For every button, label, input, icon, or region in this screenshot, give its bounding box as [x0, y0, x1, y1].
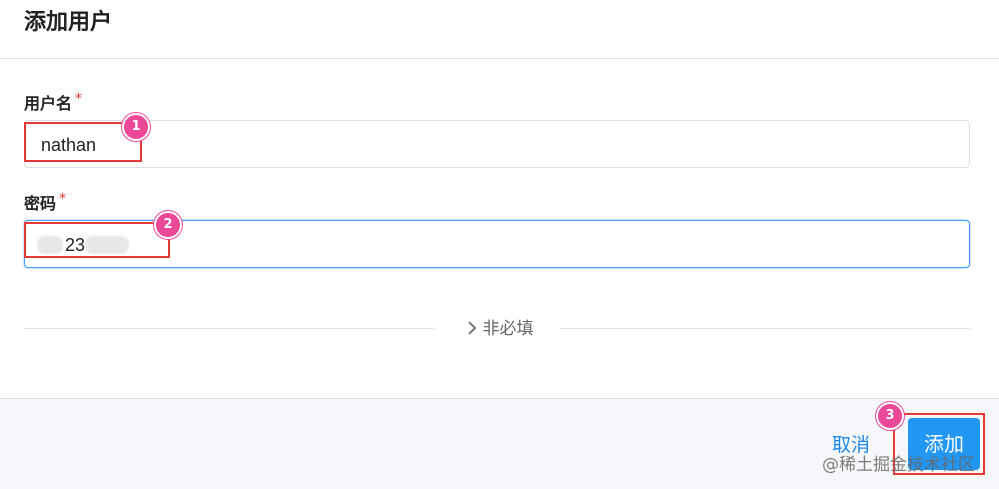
annotation-badge-3: 3: [876, 402, 904, 430]
optional-fields-label: 非必填: [482, 319, 534, 339]
username-value: nathan: [41, 135, 97, 155]
username-label-text: 用户名: [24, 94, 73, 113]
password-label-text: 密码: [24, 194, 57, 213]
watermark: @稀土掘金技术社区: [822, 455, 975, 475]
blur-right: [85, 236, 129, 254]
username-input[interactable]: nathan: [24, 120, 970, 168]
annotation-badge-2: 2: [154, 211, 182, 239]
password-label: 密码 *: [24, 190, 66, 214]
dialog-title: 添加用户: [24, 10, 113, 35]
required-mark: *: [75, 91, 83, 107]
username-label: 用户名 *: [24, 90, 82, 114]
optional-fields-toggle[interactable]: 非必填: [450, 315, 550, 343]
chevron-right-icon: [467, 321, 476, 335]
blur-left: [37, 236, 63, 254]
divider-left: [24, 328, 434, 329]
divider-right: [560, 328, 970, 329]
password-value: 23: [65, 235, 86, 255]
dialog-header: 添加用户: [0, 0, 999, 59]
annotation-badge-1: 1: [122, 113, 150, 141]
required-mark: *: [59, 191, 67, 207]
